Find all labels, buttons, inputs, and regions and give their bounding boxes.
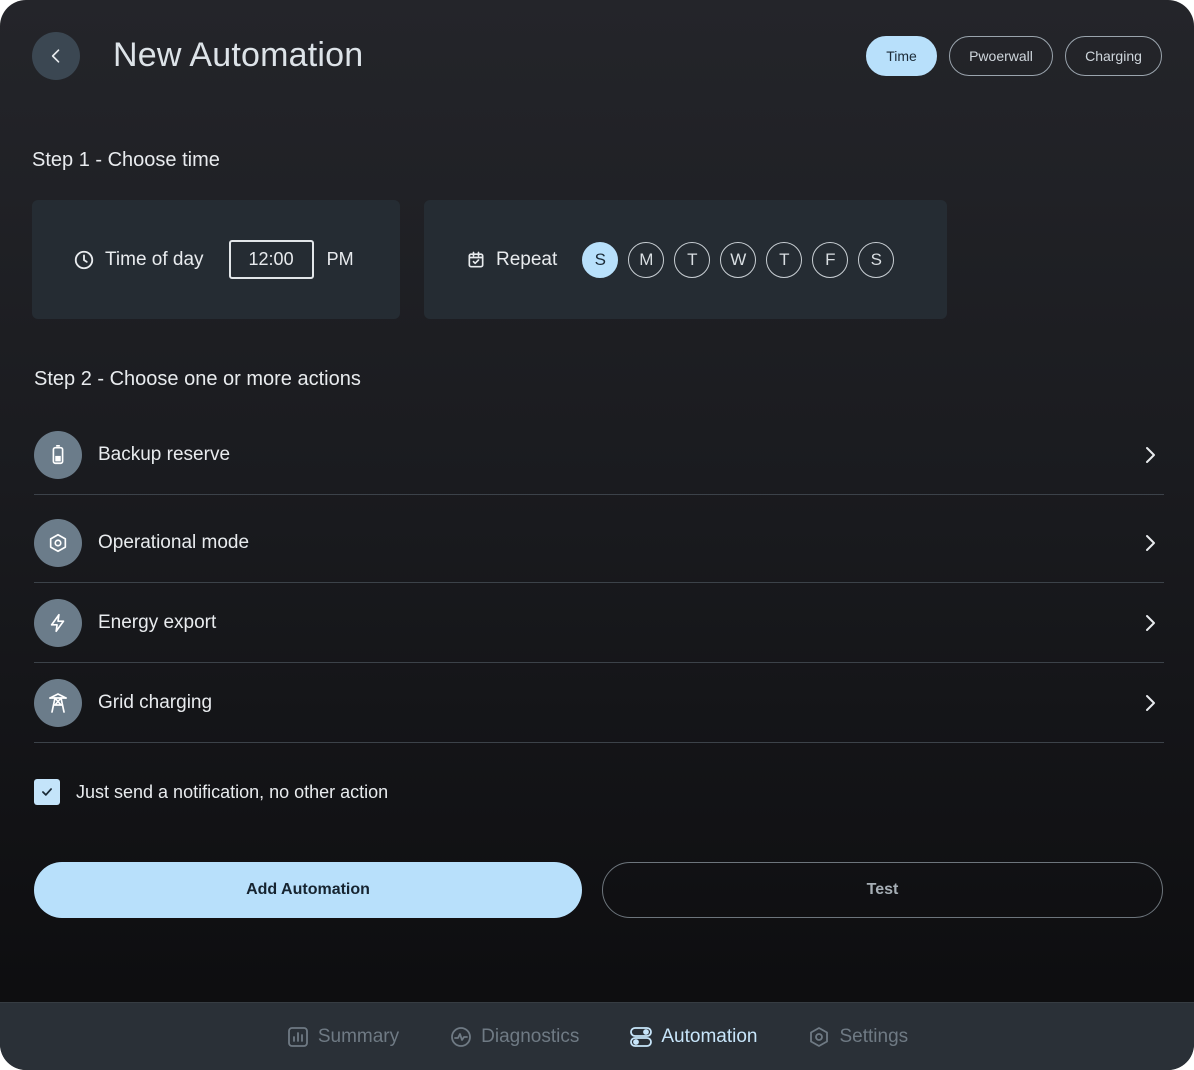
action-backup-reserve[interactable]: Backup reserve xyxy=(34,415,1164,495)
action-label: Backup reserve xyxy=(98,443,231,465)
hexagon-gear-icon xyxy=(34,518,82,567)
nav-label: Diagnostics xyxy=(481,1026,580,1047)
chevron-right-icon xyxy=(1146,446,1155,463)
bar-chart-icon xyxy=(287,1027,308,1047)
nav-automation[interactable]: Automation xyxy=(629,1025,757,1049)
notification-label: Just send a notification, no other actio… xyxy=(76,781,389,802)
clock-icon xyxy=(74,250,94,269)
action-label: Grid charging xyxy=(98,691,213,713)
notification-checkbox[interactable] xyxy=(34,779,60,805)
checkmark-icon xyxy=(42,788,52,796)
nav-label: Automation xyxy=(661,1026,758,1047)
action-label: Operational mode xyxy=(98,531,250,553)
day-selector: S M T W T F S xyxy=(582,241,895,278)
day-sunday[interactable]: S xyxy=(582,241,619,278)
nav-label: Summary xyxy=(317,1026,400,1047)
back-button[interactable] xyxy=(32,32,80,80)
nav-summary[interactable]: Summary xyxy=(286,1025,399,1049)
bottom-nav: Summary Diagnostics Automation Settings xyxy=(0,1002,1194,1070)
tab-powerwall[interactable]: Pwoerwall xyxy=(949,36,1053,76)
automation-type-tabs: Time Pwoerwall Charging xyxy=(866,36,1162,76)
day-monday[interactable]: M xyxy=(628,241,665,278)
calendar-check-icon xyxy=(468,251,484,267)
test-button[interactable]: Test xyxy=(602,862,1163,918)
ampm-toggle[interactable]: PM xyxy=(327,249,354,270)
tab-time[interactable]: Time xyxy=(866,36,937,76)
tab-charging[interactable]: Charging xyxy=(1065,36,1162,76)
time-of-day-label: Time of day xyxy=(105,248,204,270)
step1-title: Step 1 - Choose time xyxy=(32,149,220,171)
notification-only-option: Just send a notification, no other actio… xyxy=(34,779,388,805)
automation-screen: New Automation Time Pwoerwall Charging S… xyxy=(0,0,1194,1070)
lightning-icon xyxy=(34,598,82,647)
hexagon-gear-icon xyxy=(810,1027,829,1047)
time-input[interactable]: 12:00 xyxy=(228,240,314,279)
day-saturday[interactable]: S xyxy=(858,241,895,278)
nav-diagnostics[interactable]: Diagnostics xyxy=(449,1025,579,1049)
page-title: New Automation xyxy=(113,36,364,74)
pulse-icon xyxy=(451,1027,472,1047)
action-operational-mode[interactable]: Operational mode xyxy=(34,503,1164,583)
power-tower-icon xyxy=(34,678,82,727)
chevron-right-icon xyxy=(1146,694,1155,711)
chevron-right-icon xyxy=(1146,534,1155,551)
day-thursday[interactable]: T xyxy=(766,241,803,278)
day-wednesday[interactable]: W xyxy=(720,241,757,278)
nav-label: Settings xyxy=(839,1026,909,1047)
add-automation-button[interactable]: Add Automation xyxy=(34,862,582,918)
nav-settings[interactable]: Settings xyxy=(807,1025,908,1049)
action-energy-export[interactable]: Energy export xyxy=(34,583,1164,663)
repeat-card: Repeat S M T W T F S xyxy=(424,200,947,319)
toggle-icon xyxy=(630,1027,653,1047)
action-grid-charging[interactable]: Grid charging xyxy=(34,663,1164,743)
repeat-label: Repeat xyxy=(496,248,558,270)
battery-icon xyxy=(34,430,82,479)
day-friday[interactable]: F xyxy=(812,241,849,278)
time-of-day-card: Time of day 12:00 PM xyxy=(32,200,400,319)
chevron-right-icon xyxy=(1146,614,1155,631)
action-label: Energy export xyxy=(98,611,217,633)
day-tuesday[interactable]: T xyxy=(674,241,711,278)
step2-title: Step 2 - Choose one or more actions xyxy=(34,368,361,390)
chevron-left-icon xyxy=(51,49,60,63)
